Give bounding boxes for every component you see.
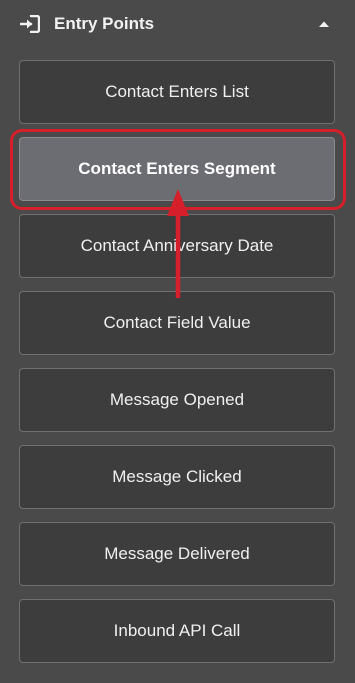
entry-point-message-opened[interactable]: Message Opened	[19, 368, 335, 432]
entry-point-contact-enters-segment[interactable]: Contact Enters Segment	[19, 137, 335, 201]
entry-point-contact-field-value[interactable]: Contact Field Value	[19, 291, 335, 355]
entry-point-contact-enters-list[interactable]: Contact Enters List	[19, 60, 335, 124]
caret-up-icon[interactable]	[312, 14, 336, 34]
entry-points-header[interactable]: Entry Points	[0, 0, 355, 48]
entry-point-inbound-api-call[interactable]: Inbound API Call	[19, 599, 335, 663]
entry-point-message-clicked[interactable]: Message Clicked	[19, 445, 335, 509]
section-title: Entry Points	[54, 14, 155, 33]
entry-point-message-delivered[interactable]: Message Delivered	[19, 522, 335, 586]
entry-points-panel: Entry Points Contact Enters List Contact…	[0, 0, 355, 683]
sign-in-icon	[19, 14, 41, 34]
entry-point-contact-anniversary-date[interactable]: Contact Anniversary Date	[19, 214, 335, 278]
